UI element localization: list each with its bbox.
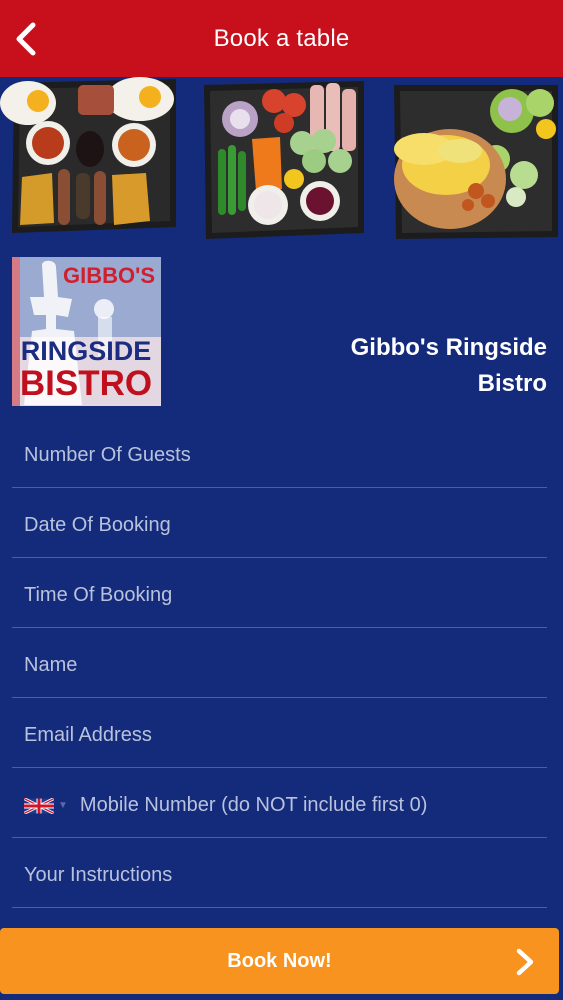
logo-text-ringside: RINGSIDE: [21, 336, 152, 366]
chevron-right-icon: [516, 948, 534, 976]
instructions-row: [12, 838, 547, 908]
food-photo-strip: [0, 77, 563, 245]
book-now-button[interactable]: Book Now!: [0, 928, 559, 994]
venue-name: Gibbo's Ringside Bistro: [350, 334, 547, 397]
country-code-selector[interactable]: ▼: [12, 768, 68, 837]
date-of-booking-field[interactable]: [12, 488, 547, 557]
back-button[interactable]: [6, 16, 46, 62]
bistro-logo: GIBBO'S RINGSIDE BISTRO: [12, 257, 161, 406]
uk-flag-icon: [24, 797, 54, 814]
number-of-guests-field[interactable]: [12, 418, 547, 487]
jacket-potato-photo: [384, 79, 560, 241]
your-instructions-field[interactable]: [12, 838, 547, 907]
name-field[interactable]: [12, 628, 547, 697]
email-field[interactable]: [12, 698, 547, 767]
top-bar: Book a table: [0, 0, 563, 77]
guests-row: [12, 418, 547, 488]
name-row: [12, 628, 547, 698]
time-of-booking-field[interactable]: [12, 558, 547, 627]
date-row: [12, 488, 547, 558]
email-row: [12, 698, 547, 768]
book-now-label: Book Now!: [227, 949, 332, 972]
logo-text-gibbos: GIBBO'S: [63, 263, 155, 288]
time-row: [12, 558, 547, 628]
page-title: Book a table: [213, 24, 350, 52]
mobile-row: ▼: [12, 768, 547, 838]
chevron-left-icon: [16, 22, 36, 56]
salad-plate-photo: [202, 79, 366, 241]
chevron-down-icon: ▼: [58, 800, 68, 811]
logo-text-bistro: BISTRO: [20, 364, 152, 403]
mobile-number-field[interactable]: [67, 768, 547, 837]
breakfast-plate-photo: [0, 77, 178, 237]
